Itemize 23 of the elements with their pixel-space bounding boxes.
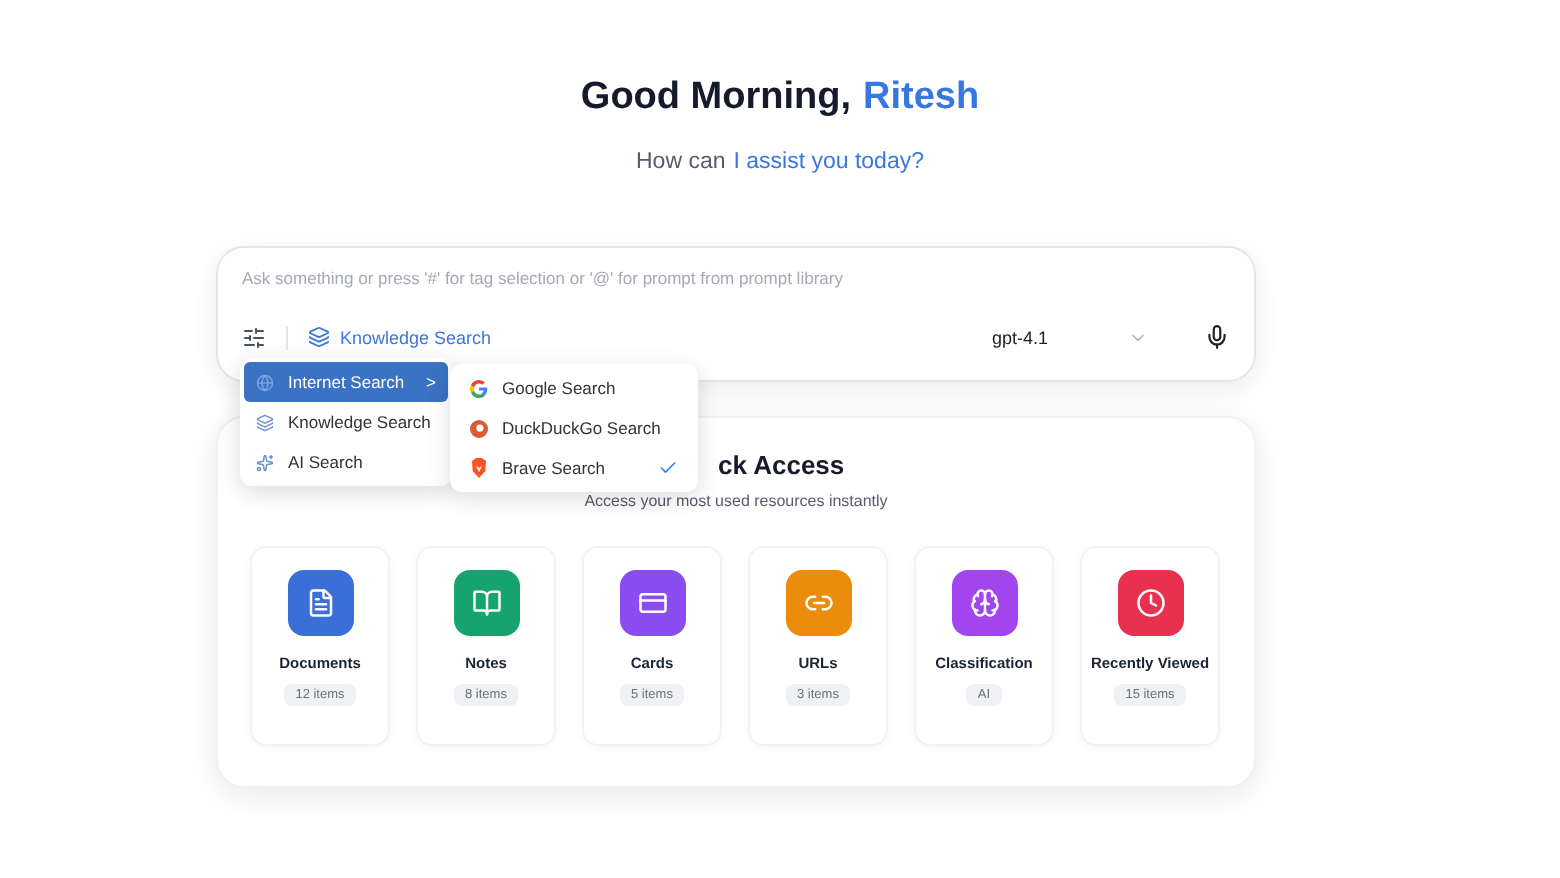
settings-icon[interactable] [242, 325, 266, 349]
prompt-input[interactable]: Ask something or press '#' for tag selection or '@' for prompt from prompt library [242, 268, 1230, 288]
lion-shield-icon [470, 458, 488, 478]
menu-item[interactable]: DuckDuckGo Search [454, 408, 694, 448]
layers-icon [256, 413, 274, 431]
search-mode-button[interactable]: Knowledge Search [308, 326, 492, 348]
layers-icon [308, 326, 330, 348]
subtitle-highlight: I assist you today? [733, 150, 924, 174]
subtitle-text: How can [636, 150, 726, 174]
menu-item[interactable]: Brave Search [454, 448, 694, 488]
menu-item[interactable]: Internet Search > [244, 362, 448, 402]
model-select[interactable]: gpt-4.1 [991, 327, 1148, 347]
globe-icon [256, 373, 274, 391]
greeting-text: Good Morning, [580, 76, 851, 120]
user-name: Ritesh [863, 76, 980, 120]
google-icon [470, 379, 488, 397]
menu-item[interactable]: Knowledge Search [244, 402, 448, 442]
menu-item[interactable]: Google Search [454, 368, 694, 408]
panel-subtitle: Access your most used resources instantly [582, 492, 890, 510]
sparkle-icon [256, 453, 274, 471]
microphone-icon[interactable] [1204, 324, 1230, 350]
menu-item[interactable]: AI Search [244, 442, 448, 482]
panel-title: ck Access [718, 450, 845, 480]
